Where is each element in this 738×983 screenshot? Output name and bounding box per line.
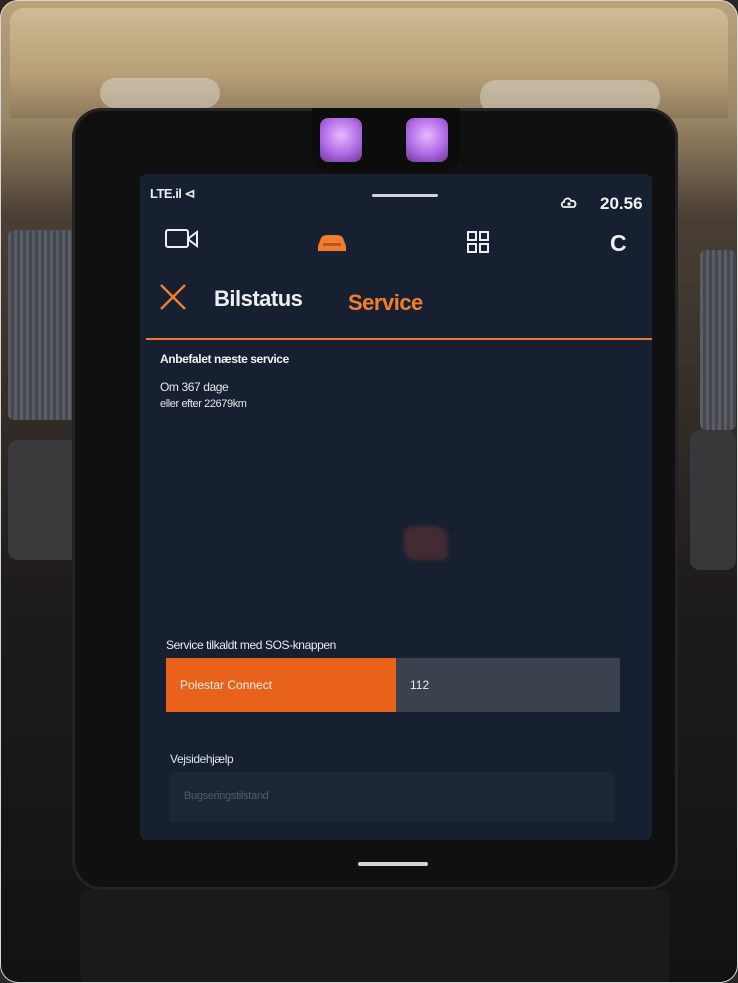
tab-bilstatus[interactable]: Bilstatus	[214, 286, 303, 312]
tab-service[interactable]: Service	[348, 290, 423, 316]
clock: 20.56	[600, 194, 643, 213]
close-icon[interactable]	[158, 282, 188, 312]
cloud-icon	[560, 197, 577, 208]
sos-section-label: Service tilkaldt med SOS-knappen	[166, 638, 336, 652]
camera-light-right	[406, 118, 448, 162]
sos-options-row: Polestar Connect 112	[166, 658, 620, 712]
status-bar: LTE.il ⊲ 20.56	[140, 174, 652, 214]
dashboard-right	[690, 430, 736, 570]
background-car	[100, 78, 220, 108]
screen-reflection	[404, 526, 448, 560]
camera-notch	[312, 108, 460, 172]
roadside-assistance-label: Vejsidehjælp	[170, 752, 234, 766]
photo-ceiling	[10, 8, 728, 118]
active-tab-divider	[146, 338, 652, 340]
air-vent-left	[8, 230, 78, 420]
top-navigation: C	[140, 222, 652, 266]
emergency-112-button[interactable]: 112	[398, 658, 620, 712]
infotainment-screen: LTE.il ⊲ 20.56 C Bilstatus Service Anbef…	[140, 174, 652, 840]
recommended-service-title: Anbefalet næste service	[160, 352, 289, 366]
camera-icon[interactable]	[164, 226, 200, 252]
recommended-service-days: Om 367 dage	[160, 380, 229, 394]
camera-light-left	[320, 118, 362, 162]
car-icon[interactable]	[314, 232, 350, 254]
recommended-service-distance: eller efter 22679km	[160, 398, 247, 410]
climate-button[interactable]: C	[610, 230, 627, 257]
pull-down-handle[interactable]	[372, 194, 438, 197]
signal-indicator: LTE.il ⊲	[150, 186, 195, 201]
air-vent-right	[700, 250, 736, 430]
polestar-connect-button[interactable]: Polestar Connect	[166, 658, 396, 712]
page-header: Bilstatus Service	[140, 274, 652, 338]
towing-mode-label: Bugseringstilstand	[184, 790, 269, 802]
towing-mode-row[interactable]: Bugseringstilstand	[170, 772, 614, 822]
apps-grid-icon[interactable]	[466, 230, 490, 254]
lower-console	[80, 890, 670, 983]
home-handle[interactable]	[358, 862, 428, 866]
